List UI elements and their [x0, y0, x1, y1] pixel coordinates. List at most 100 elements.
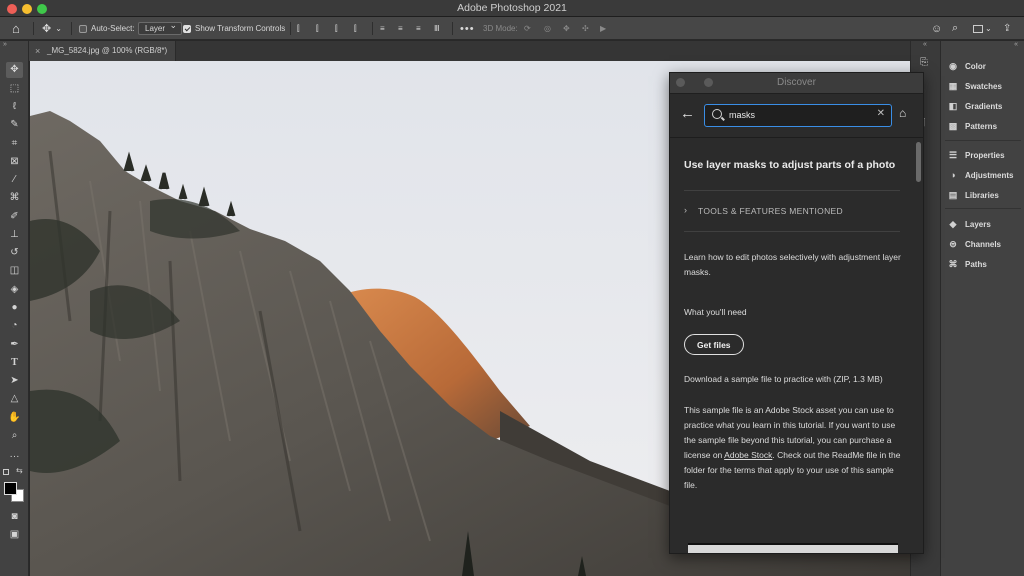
document-tab-bar: × _MG_5824.jpg @ 100% (RGB/8*) [29, 41, 910, 61]
show-transform-checkbox[interactable]: Show Transform Controls [183, 21, 285, 36]
clone-stamp-tool-icon[interactable]: ⊥ [6, 227, 23, 243]
3d-scale-icon[interactable]: ▶ [600, 21, 606, 36]
paint-bucket-tool-icon[interactable]: ◈ [6, 282, 23, 298]
swap-colors-icon[interactable]: ⇆ [16, 466, 23, 475]
distribute-horizontal-icon[interactable]: Ⅲ [434, 21, 440, 36]
swatches-icon: ▦ [947, 80, 959, 92]
align-right-icon[interactable]: ⫿ [335, 21, 338, 36]
foreground-color-swatch[interactable] [4, 482, 17, 495]
auto-select-label: Auto-Select: [91, 24, 135, 33]
download-text: Download a sample file to practice with … [684, 372, 904, 387]
eraser-tool-icon[interactable]: ◫ [6, 263, 23, 279]
search-icon [712, 109, 722, 119]
3d-orbit-icon[interactable]: ⟳ [524, 21, 531, 36]
healing-brush-tool-icon[interactable]: ⌘ [6, 190, 23, 206]
get-files-button[interactable]: Get files [684, 334, 744, 355]
crop-tool-icon[interactable]: ⌗ [6, 136, 23, 152]
adobe-stock-link[interactable]: Adobe Stock [724, 450, 772, 460]
auto-select-checkbox[interactable]: Auto-Select: [79, 21, 135, 36]
panel-color[interactable]: ◉Color [947, 58, 986, 74]
auto-select-dropdown[interactable]: Layer [138, 22, 182, 35]
path-selection-tool-icon[interactable]: ➤ [6, 373, 23, 389]
3d-slide-icon[interactable]: ✣ [582, 21, 589, 36]
align-center-icon[interactable]: ⫿ [316, 21, 319, 36]
tools-panel: » ✥ ⬚ ℓ ✎ ⌗ ⊠ ⁄ ⌘ ✐ ⊥ ↺ ◫ ◈ ● ◔ ✒ T ➤ △ … [0, 41, 29, 576]
screen-mode-icon[interactable]: ▣ [6, 527, 23, 543]
more-options-icon[interactable]: ••• [460, 21, 475, 36]
dodge-tool-icon[interactable]: ◔ [6, 318, 23, 334]
tutorial-thumbnail[interactable] [688, 543, 898, 554]
search-icon[interactable]: ⌕ [952, 21, 958, 36]
clear-search-icon[interactable]: ✕ [877, 108, 885, 119]
strip-collapse-icon[interactable]: « [923, 41, 927, 48]
user-account-icon[interactable]: ☺ [931, 21, 942, 36]
paths-icon: ⌘ [947, 258, 959, 270]
discover-search-box[interactable]: ✕ [704, 104, 892, 127]
align-top-icon[interactable]: ⫿ [354, 21, 357, 36]
article-heading: Use layer masks to adjust parts of a pho… [684, 159, 895, 171]
lasso-tool-icon[interactable]: ℓ [6, 99, 23, 115]
distribute-middle-icon[interactable]: ≡ [398, 21, 403, 36]
accordion-chevron-icon[interactable]: › [684, 205, 687, 215]
toolbar-collapse-icon[interactable]: » [3, 41, 7, 48]
tools-features-accordion[interactable]: TOOLS & FEATURES MENTIONED [698, 206, 843, 216]
discover-search-row: ← ✕ ⌂ [670, 95, 923, 138]
dock-collapse-icon[interactable]: « [1014, 41, 1018, 48]
distribute-top-icon[interactable]: ≡ [380, 21, 385, 36]
share-icon[interactable]: ⇪ [1003, 21, 1011, 36]
show-transform-check-icon[interactable] [183, 25, 191, 33]
gradients-icon: ◧ [947, 100, 959, 112]
discover-title-bar[interactable]: Discover [670, 73, 923, 94]
panel-paths[interactable]: ⌘Paths [947, 256, 987, 272]
eyedropper-tool-icon[interactable]: ⁄ [6, 172, 23, 188]
distribute-bottom-icon[interactable]: ≡ [416, 21, 421, 36]
panel-channels[interactable]: ⊜Channels [947, 236, 1001, 252]
home-icon[interactable]: ⌂ [899, 106, 913, 120]
intro-text: Learn how to edit photos selectively wit… [684, 250, 904, 280]
panel-gradients[interactable]: ◧Gradients [947, 98, 1002, 114]
3d-pan-icon[interactable]: ✥ [563, 21, 570, 36]
move-tool-icon[interactable]: ✥ [6, 62, 23, 78]
pen-tool-icon[interactable]: ✒ [6, 337, 23, 353]
close-tab-icon[interactable]: × [35, 41, 40, 61]
type-tool-icon[interactable]: T [6, 355, 23, 371]
document-tab[interactable]: × _MG_5824.jpg @ 100% (RGB/8*) [29, 41, 176, 61]
edit-toolbar-icon[interactable]: ··· [6, 449, 23, 465]
panel-properties[interactable]: ☰Properties [947, 147, 1005, 163]
panel-layers[interactable]: ◆Layers [947, 216, 991, 232]
license-paragraph: This sample file is an Adobe Stock asset… [684, 403, 904, 493]
quick-mask-icon[interactable]: ◙ [6, 509, 23, 525]
hand-tool-icon[interactable]: ✋ [6, 410, 23, 426]
back-arrow-icon[interactable]: ← [680, 105, 695, 122]
3d-roll-icon[interactable]: ◎ [544, 21, 551, 36]
quick-selection-tool-icon[interactable]: ✎ [6, 117, 23, 133]
brush-tool-icon[interactable]: ✐ [6, 209, 23, 225]
panel-libraries[interactable]: ▤Libraries [947, 187, 999, 203]
panel-adjustments[interactable]: ◑Adjustments [947, 167, 1013, 183]
history-panel-icon[interactable]: ⎘ [920, 57, 928, 68]
panel-patterns[interactable]: ▩Patterns [947, 118, 997, 134]
panel-swatches[interactable]: ▦Swatches [947, 78, 1002, 94]
blur-tool-icon[interactable]: ● [6, 300, 23, 316]
default-colors-icon[interactable] [3, 469, 9, 475]
discover-search-input[interactable] [729, 108, 869, 122]
properties-icon: ☰ [947, 149, 959, 161]
adjustments-icon: ◑ [947, 169, 959, 181]
frame-tool-icon[interactable]: ⊠ [6, 154, 23, 170]
options-bar: ⌂ ✥ ⌄ Auto-Select: Layer Show Transform … [0, 17, 1024, 40]
what-you-need-label: What you'll need [684, 305, 904, 320]
marquee-tool-icon[interactable]: ⬚ [6, 81, 23, 97]
workspace-icon[interactable]: ⌄ [973, 21, 992, 36]
home-icon[interactable]: ⌂ [12, 21, 20, 36]
discover-scrollbar[interactable] [916, 142, 921, 182]
color-icon: ◉ [947, 60, 959, 72]
align-left-icon[interactable]: ⫿ [297, 21, 300, 36]
shape-tool-icon[interactable]: △ [6, 391, 23, 407]
move-tool-preset-icon[interactable]: ✥ ⌄ [42, 21, 62, 36]
history-brush-tool-icon[interactable]: ↺ [6, 245, 23, 261]
discover-panel: Discover ← ✕ ⌂ Use layer masks to adjust… [669, 72, 924, 554]
zoom-tool-icon[interactable]: ⌕ [6, 428, 23, 444]
layers-icon: ◆ [947, 218, 959, 230]
auto-select-check-icon[interactable] [79, 25, 87, 33]
patterns-icon: ▩ [947, 120, 959, 132]
